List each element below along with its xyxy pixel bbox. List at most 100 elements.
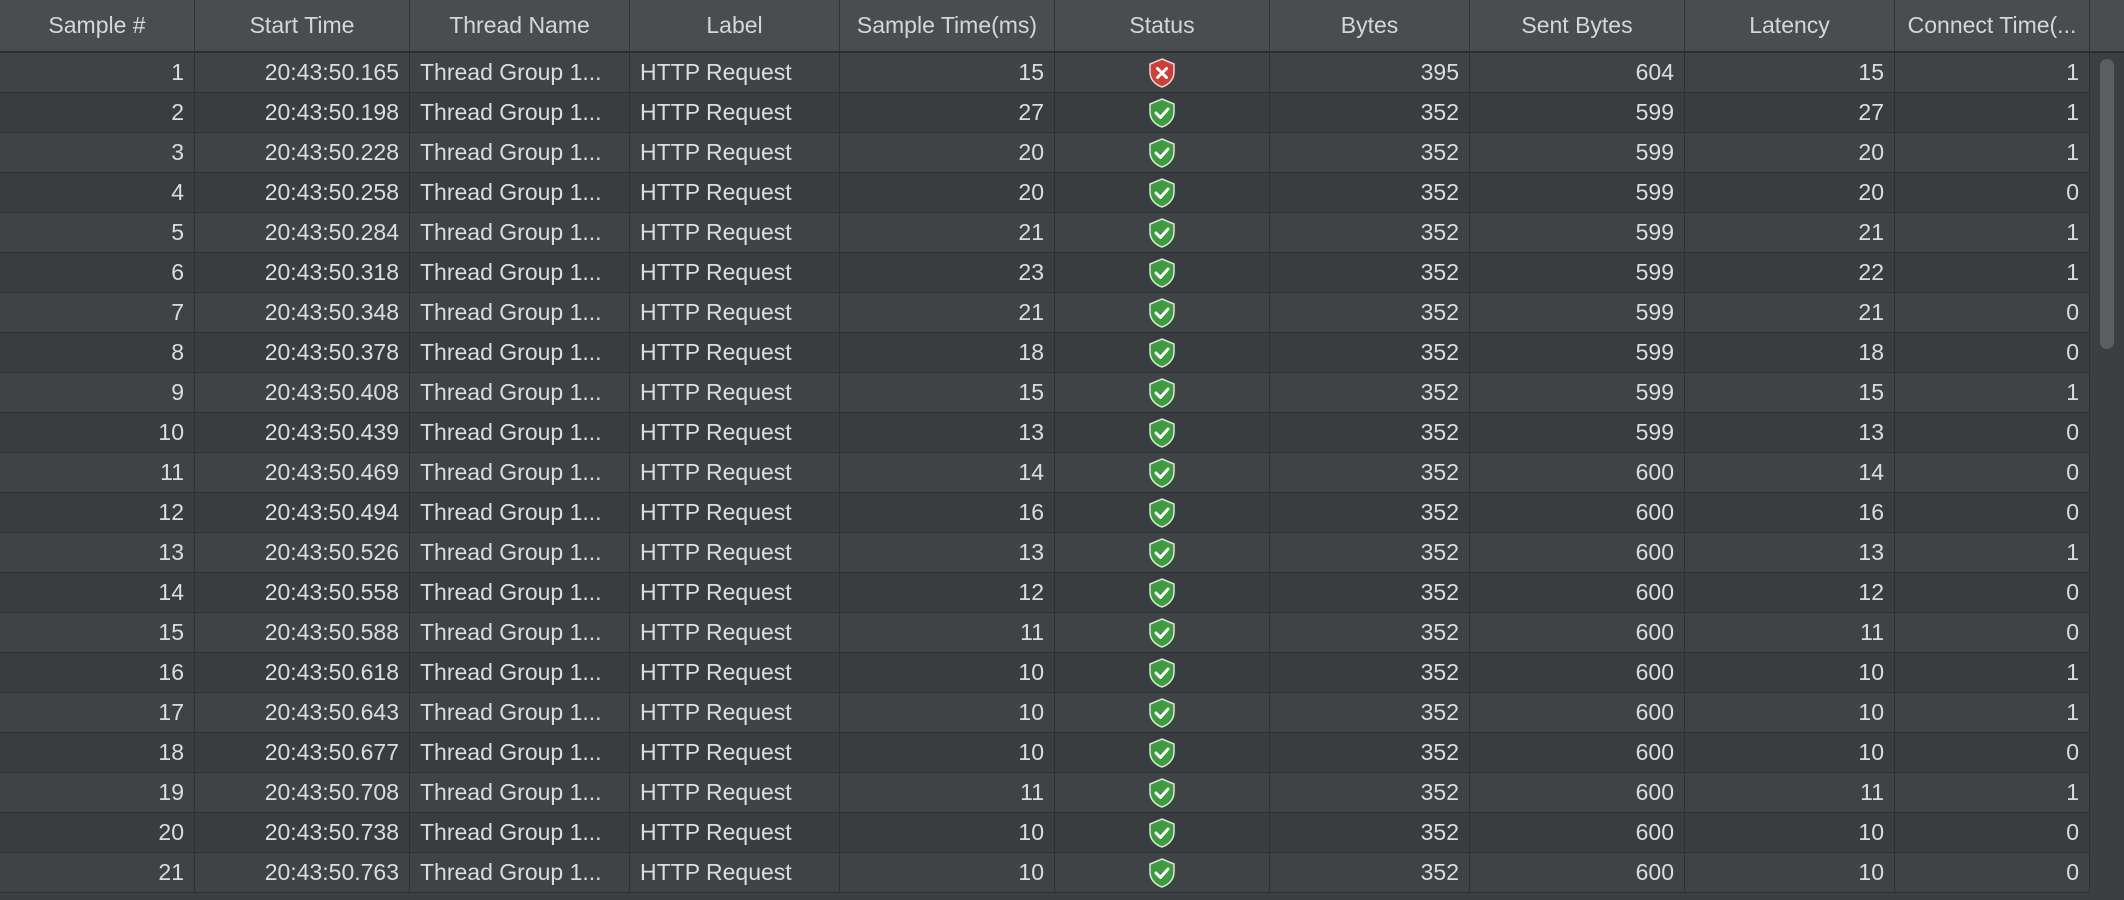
table-row[interactable]: 14 20:43:50.558 Thread Group 1... HTTP Requ… [0, 573, 2090, 613]
column-header-sample-number[interactable]: Sample # [0, 0, 195, 51]
cell-sent-bytes: 599 [1470, 373, 1685, 412]
cell-latency: 13 [1685, 413, 1895, 452]
cell-bytes: 352 [1270, 493, 1470, 532]
cell-bytes: 352 [1270, 773, 1470, 812]
cell-connect-time: 0 [1895, 293, 2090, 332]
cell-bytes: 352 [1270, 373, 1470, 412]
cell-connect-time: 0 [1895, 453, 2090, 492]
cell-sample-number: 19 [0, 773, 195, 812]
status-cell [1055, 773, 1270, 812]
green-shield-check-icon [1148, 737, 1176, 768]
cell-start-time: 20:43:50.408 [195, 373, 410, 412]
table-row[interactable]: 1 20:43:50.165 Thread Group 1... HTTP Reque… [0, 53, 2090, 93]
cell-label: HTTP Request [630, 693, 840, 732]
status-cell [1055, 573, 1270, 612]
cell-sample-time: 10 [840, 853, 1055, 892]
cell-thread-name: Thread Group 1... [410, 733, 630, 772]
cell-sample-time: 10 [840, 813, 1055, 852]
table-row[interactable]: 12 20:43:50.494 Thread Group 1... HTTP Requ… [0, 493, 2090, 533]
column-header-connect-time[interactable]: Connect Time(... [1895, 0, 2090, 51]
column-header-label[interactable]: Label [630, 0, 840, 51]
table-row[interactable]: 11 20:43:50.469 Thread Group 1... HTTP Requ… [0, 453, 2090, 493]
cell-sent-bytes: 599 [1470, 333, 1685, 372]
cell-connect-time: 0 [1895, 173, 2090, 212]
cell-latency: 15 [1685, 53, 1895, 92]
cell-bytes: 352 [1270, 253, 1470, 292]
table-row[interactable]: 6 20:43:50.318 Thread Group 1... HTTP Reque… [0, 253, 2090, 293]
cell-label: HTTP Request [630, 293, 840, 332]
cell-thread-name: Thread Group 1... [410, 493, 630, 532]
vertical-scrollbar[interactable] [2090, 53, 2124, 900]
table-row[interactable]: 18 20:43:50.677 Thread Group 1... HTTP Requ… [0, 733, 2090, 773]
cell-thread-name: Thread Group 1... [410, 333, 630, 372]
cell-bytes: 352 [1270, 333, 1470, 372]
cell-sample-number: 18 [0, 733, 195, 772]
status-cell [1055, 613, 1270, 652]
table-row[interactable]: 10 20:43:50.439 Thread Group 1... HTTP Requ… [0, 413, 2090, 453]
scrollbar-thumb[interactable] [2100, 59, 2114, 349]
table-row[interactable]: 2 20:43:50.198 Thread Group 1... HTTP Reque… [0, 93, 2090, 133]
status-cell [1055, 173, 1270, 212]
cell-connect-time: 0 [1895, 853, 2090, 892]
column-header-bytes[interactable]: Bytes [1270, 0, 1470, 51]
table-row[interactable]: 16 20:43:50.618 Thread Group 1... HTTP Requ… [0, 653, 2090, 693]
green-shield-check-icon [1148, 857, 1176, 888]
cell-label: HTTP Request [630, 533, 840, 572]
cell-sample-time: 11 [840, 613, 1055, 652]
table-row[interactable]: 5 20:43:50.284 Thread Group 1... HTTP Reque… [0, 213, 2090, 253]
table-row[interactable]: 17 20:43:50.643 Thread Group 1... HTTP Requ… [0, 693, 2090, 733]
cell-thread-name: Thread Group 1... [410, 133, 630, 172]
cell-label: HTTP Request [630, 853, 840, 892]
cell-start-time: 20:43:50.284 [195, 213, 410, 252]
cell-sent-bytes: 599 [1470, 173, 1685, 212]
cell-bytes: 395 [1270, 53, 1470, 92]
cell-sample-number: 6 [0, 253, 195, 292]
status-cell [1055, 53, 1270, 92]
column-header-thread-name[interactable]: Thread Name [410, 0, 630, 51]
table-row[interactable]: 21 20:43:50.763 Thread Group 1... HTTP Requ… [0, 853, 2090, 893]
cell-label: HTTP Request [630, 413, 840, 452]
cell-latency: 22 [1685, 253, 1895, 292]
green-shield-check-icon [1148, 537, 1176, 568]
cell-connect-time: 0 [1895, 733, 2090, 772]
green-shield-check-icon [1148, 137, 1176, 168]
table-row[interactable]: 15 20:43:50.588 Thread Group 1... HTTP Requ… [0, 613, 2090, 653]
cell-sample-time: 11 [840, 773, 1055, 812]
cell-sent-bytes: 600 [1470, 613, 1685, 652]
green-shield-check-icon [1148, 337, 1176, 368]
cell-sent-bytes: 600 [1470, 453, 1685, 492]
cell-sample-time: 13 [840, 413, 1055, 452]
cell-start-time: 20:43:50.258 [195, 173, 410, 212]
column-header-start-time[interactable]: Start Time [195, 0, 410, 51]
cell-label: HTTP Request [630, 613, 840, 652]
column-header-status[interactable]: Status [1055, 0, 1270, 51]
table-row[interactable]: 13 20:43:50.526 Thread Group 1... HTTP Requ… [0, 533, 2090, 573]
green-shield-check-icon [1148, 297, 1176, 328]
cell-bytes: 352 [1270, 93, 1470, 132]
table-row[interactable]: 19 20:43:50.708 Thread Group 1... HTTP Requ… [0, 773, 2090, 813]
table-row[interactable]: 4 20:43:50.258 Thread Group 1... HTTP Reque… [0, 173, 2090, 213]
cell-connect-time: 1 [1895, 253, 2090, 292]
cell-sent-bytes: 600 [1470, 853, 1685, 892]
table-row[interactable]: 8 20:43:50.378 Thread Group 1... HTTP Reque… [0, 333, 2090, 373]
column-header-latency[interactable]: Latency [1685, 0, 1895, 51]
cell-label: HTTP Request [630, 253, 840, 292]
cell-sample-time: 14 [840, 453, 1055, 492]
column-header-sent-bytes[interactable]: Sent Bytes [1470, 0, 1685, 51]
cell-connect-time: 1 [1895, 533, 2090, 572]
cell-sent-bytes: 600 [1470, 573, 1685, 612]
cell-thread-name: Thread Group 1... [410, 213, 630, 252]
cell-label: HTTP Request [630, 53, 840, 92]
table-row[interactable]: 7 20:43:50.348 Thread Group 1... HTTP Reque… [0, 293, 2090, 333]
cell-connect-time: 0 [1895, 813, 2090, 852]
cell-start-time: 20:43:50.228 [195, 133, 410, 172]
cell-sample-time: 18 [840, 333, 1055, 372]
status-cell [1055, 253, 1270, 292]
table-row[interactable]: 9 20:43:50.408 Thread Group 1... HTTP Reque… [0, 373, 2090, 413]
table-row[interactable]: 20 20:43:50.738 Thread Group 1... HTTP Requ… [0, 813, 2090, 853]
green-shield-check-icon [1148, 257, 1176, 288]
cell-bytes: 352 [1270, 653, 1470, 692]
table-row[interactable]: 3 20:43:50.228 Thread Group 1... HTTP Reque… [0, 133, 2090, 173]
cell-sample-number: 9 [0, 373, 195, 412]
column-header-sample-time[interactable]: Sample Time(ms) [840, 0, 1055, 51]
